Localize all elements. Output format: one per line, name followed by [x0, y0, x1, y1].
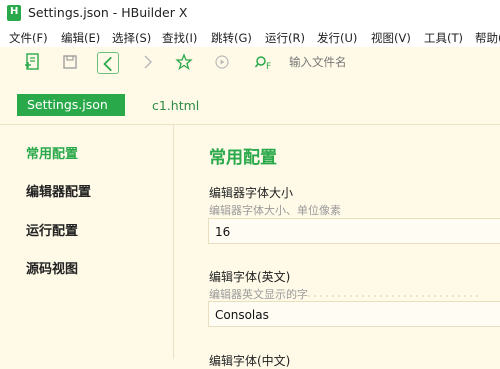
sidebar-item-run[interactable]: 运行配置 [26, 220, 78, 239]
font-size-label: 编辑器字体大小 [209, 186, 294, 200]
tab-settings-json[interactable]: Settings.json [17, 94, 125, 116]
search-icon[interactable]: F [254, 55, 275, 72]
menu-publish[interactable]: 发行(U) [317, 30, 357, 46]
hbuilder-logo-icon [7, 5, 21, 21]
toolbar: F [0, 47, 500, 79]
menu-view[interactable]: 视图(V) [371, 30, 411, 46]
tab-c1-html[interactable]: c1.html [152, 98, 199, 113]
menu-find[interactable]: 查找(I) [162, 30, 197, 46]
title-bar: Settings.json - HBuilder X [0, 0, 500, 26]
menu-file[interactable]: 文件(F) [9, 30, 48, 46]
font-en-label: 编辑字体(英文) [209, 270, 291, 284]
menu-bar: 文件(F) 编辑(E) 选择(S) 查找(I) 跳转(G) 运行(R) 发行(U… [0, 26, 500, 47]
search-icon-label: F [266, 62, 271, 71]
font-en-input[interactable]: Consolas [208, 301, 500, 327]
new-file-icon[interactable] [22, 51, 44, 73]
menu-run[interactable]: 运行(R) [265, 30, 305, 46]
sidebar-item-common[interactable]: 常用配置 [26, 143, 78, 162]
tab-bar: Settings.json c1.html [0, 79, 500, 125]
file-search-input[interactable] [289, 53, 494, 71]
font-cn-label: 编辑字体(中文) [209, 354, 291, 368]
font-size-input[interactable]: 16 [208, 218, 500, 244]
font-size-hint: 编辑器字体大小、单位像素 [209, 204, 341, 217]
save-icon[interactable] [59, 51, 81, 73]
menu-tools[interactable]: 工具(T) [424, 30, 463, 46]
back-icon[interactable] [97, 52, 119, 74]
settings-content: 常用配置 编辑器字体大小 编辑器字体大小、单位像素 16 编辑字体(英文) 编辑… [174, 125, 500, 368]
run-icon[interactable] [211, 51, 233, 73]
menu-select[interactable]: 选择(S) [112, 30, 151, 46]
sidebar-item-editor[interactable]: 编辑器配置 [26, 181, 91, 200]
sidebar-item-source-view[interactable]: 源码视图 [26, 258, 78, 277]
star-icon[interactable] [173, 51, 195, 73]
dotted-divider [290, 295, 480, 297]
forward-icon[interactable] [136, 51, 158, 73]
menu-help[interactable]: 帮助(Y) [475, 30, 500, 46]
section-title: 常用配置 [209, 148, 277, 168]
menu-edit[interactable]: 编辑(E) [61, 30, 100, 46]
window-title: Settings.json - HBuilder X [28, 5, 188, 20]
settings-sidebar: 常用配置 编辑器配置 运行配置 源码视图 [0, 125, 174, 359]
menu-goto[interactable]: 跳转(G) [211, 30, 252, 46]
